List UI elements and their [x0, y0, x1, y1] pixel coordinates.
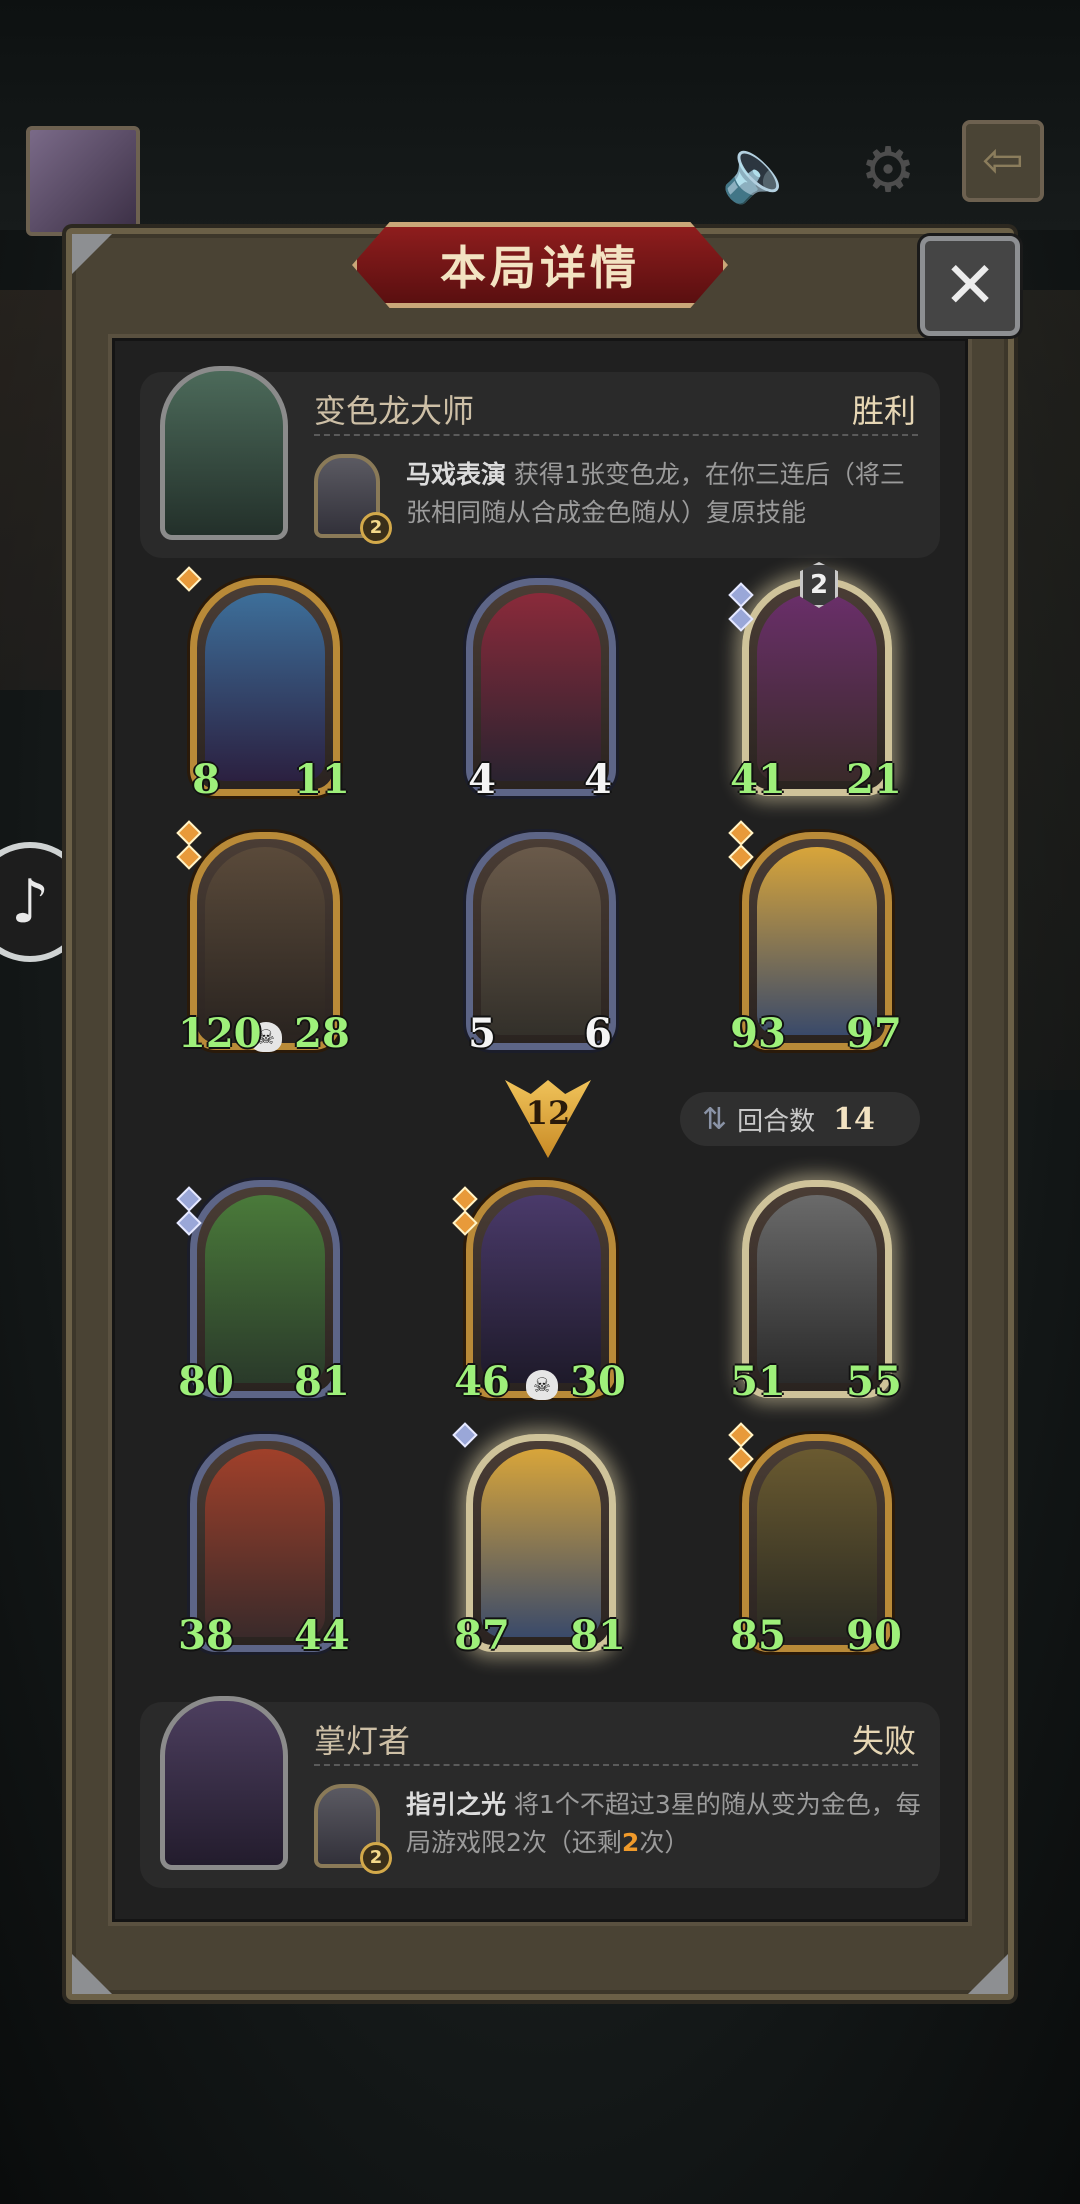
- health-stat: 55: [846, 1354, 902, 1410]
- skill-remaining-count: 2: [621, 1828, 640, 1857]
- health-stat: 30: [570, 1354, 626, 1410]
- close-button[interactable]: ✕: [920, 236, 1020, 336]
- corner-ornament: [72, 234, 112, 274]
- health-stat: 44: [294, 1608, 350, 1664]
- health-stat: 81: [570, 1608, 626, 1664]
- exit-icon[interactable]: ⇦: [962, 120, 1044, 202]
- health-stat: 6: [570, 1006, 626, 1062]
- attack-stat: 120: [178, 1006, 262, 1062]
- health-stat: 28: [294, 1006, 350, 1062]
- divider: [314, 1764, 918, 1766]
- star-gem-icon: [728, 1446, 754, 1472]
- background-side-left: [0, 290, 70, 690]
- attack-stat: 93: [730, 1006, 786, 1062]
- attack-stat: 51: [730, 1354, 786, 1410]
- star-gem-icon: [728, 844, 754, 870]
- hero-name: 掌灯者: [314, 1722, 411, 1760]
- health-stat: 81: [294, 1354, 350, 1410]
- unit-card[interactable]: 80 81: [176, 1180, 350, 1410]
- corner-ornament: [968, 1954, 1008, 1994]
- attack-stat: 46: [454, 1354, 510, 1410]
- swap-icon: ⇅: [702, 1101, 728, 1137]
- background-side-right: [1010, 290, 1080, 1090]
- attack-stat: 38: [178, 1608, 234, 1664]
- unit-card[interactable]: 8 11: [176, 566, 350, 808]
- star-gem-icon: [176, 1186, 202, 1212]
- close-icon: ✕: [943, 249, 997, 323]
- unit-card[interactable]: 5 6: [454, 832, 626, 1062]
- attack-stat: 5: [454, 1006, 510, 1062]
- star-gem-icon: [452, 1186, 478, 1212]
- health-stat: 4: [570, 752, 626, 808]
- unit-card[interactable]: 51 55: [730, 1180, 902, 1410]
- health-stat: 90: [846, 1608, 902, 1664]
- attack-stat: 80: [178, 1354, 234, 1410]
- turn-count-pill: ⇅ 回合数 14: [680, 1092, 920, 1146]
- unit-card[interactable]: 2 41 21: [728, 562, 902, 808]
- divider: [314, 434, 918, 436]
- skill-level-badge: 2: [360, 1842, 392, 1874]
- unit-card[interactable]: 4 4: [454, 578, 626, 808]
- hero-portrait-lamplighter[interactable]: [160, 1696, 288, 1870]
- round-number: 12: [525, 1094, 571, 1132]
- skill-description: 指引之光 将1个不超过3星的随从变为金色，每局游戏限2次（还剩2次）: [406, 1786, 926, 1862]
- unit-card[interactable]: 85 90: [728, 1422, 902, 1664]
- hero-name: 变色龙大师: [314, 392, 475, 430]
- unit-card[interactable]: 38 44: [178, 1434, 350, 1664]
- turn-count-value: 14: [833, 1101, 875, 1137]
- health-stat: 21: [846, 752, 902, 808]
- star-gem-icon: [176, 844, 202, 870]
- skill-level-badge: 2: [360, 512, 392, 544]
- speaker-icon[interactable]: 🔈: [720, 130, 800, 210]
- skill-name: 指引之光: [406, 1790, 507, 1819]
- health-stat: 11: [294, 752, 350, 808]
- title-banner: 本局详情: [352, 222, 728, 308]
- skill-name: 马戏表演: [406, 460, 507, 489]
- attack-stat: 8: [178, 752, 234, 808]
- attack-stat: 87: [454, 1608, 510, 1664]
- attack-stat: 4: [454, 752, 510, 808]
- match-result: 胜利: [851, 392, 916, 430]
- page-title: 本局详情: [440, 241, 640, 295]
- attack-stat: 41: [730, 752, 786, 808]
- bottom-player-card: 掌灯者 失败 2 指引之光 将1个不超过3星的随从变为金色，每局游戏限2次（还剩…: [140, 1696, 940, 1888]
- unit-card[interactable]: ☠ 46 30: [452, 1180, 626, 1410]
- corner-ornament: [72, 1954, 112, 1994]
- health-stat: 97: [846, 1006, 902, 1062]
- turn-count-label: 回合数: [737, 1106, 816, 1137]
- gear-icon[interactable]: ⚙: [848, 130, 928, 210]
- hero-portrait-chameleon-master[interactable]: [160, 366, 288, 540]
- match-result: 失败: [851, 1722, 916, 1760]
- top-player-card: 变色龙大师 胜利 2 马戏表演 获得1张变色龙，在你三连后（将三张相同随从合成金…: [140, 366, 940, 558]
- player-avatar[interactable]: [26, 126, 140, 236]
- skill-description: 马戏表演 获得1张变色龙，在你三连后（将三张相同随从合成金色随从）复原技能: [406, 456, 926, 532]
- unit-card[interactable]: 87 81: [452, 1422, 626, 1664]
- skill-desc-end: 次）: [639, 1828, 690, 1857]
- attack-stat: 85: [730, 1608, 786, 1664]
- skull-icon: ☠: [526, 1370, 558, 1400]
- unit-card[interactable]: 93 97: [728, 820, 902, 1062]
- star-gem-icon: [728, 582, 754, 608]
- unit-card[interactable]: ☠ 120 28: [176, 820, 350, 1062]
